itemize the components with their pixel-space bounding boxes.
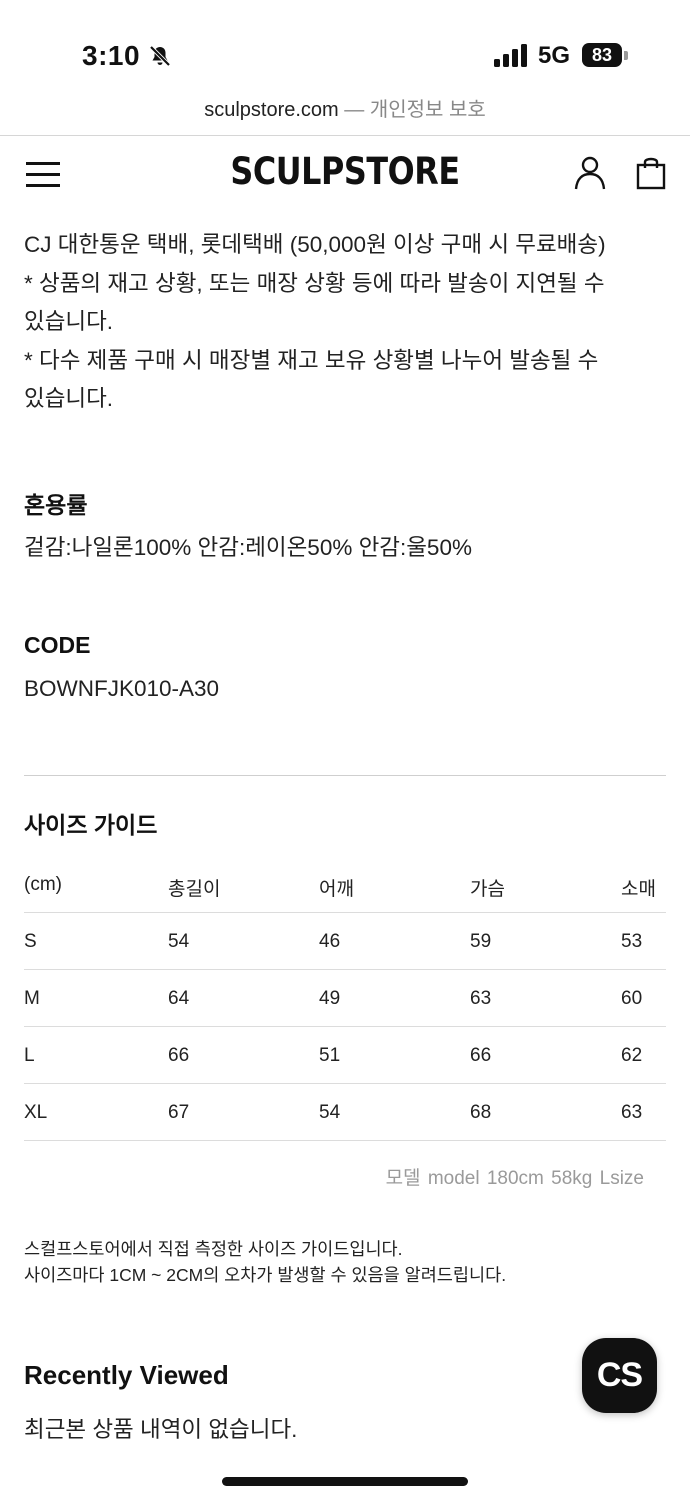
size-header-cell: 총길이	[168, 879, 221, 900]
composition-title: 혼용률	[24, 492, 88, 518]
size-cell: 68	[470, 1102, 492, 1123]
size-guide-title: 사이즈 가이드	[24, 812, 158, 838]
user-account-icon[interactable]	[574, 156, 606, 190]
size-cell: 66	[470, 1045, 492, 1066]
size-table: (cm) 총길이 어깨 가슴 소매 S 54 46 59 53 M 64 49 …	[24, 856, 666, 1141]
battery-cap	[624, 51, 628, 60]
url-bar[interactable]: sculpstore.com — 개인정보 보호	[0, 92, 690, 136]
size-cell: 64	[168, 988, 190, 1009]
shipping-line: 있습니다.	[24, 309, 114, 334]
customer-service-button[interactable]: CS	[582, 1338, 657, 1413]
size-cell: 54	[319, 1102, 341, 1123]
size-cell: 63	[470, 988, 492, 1009]
section-divider	[24, 775, 666, 776]
shipping-line: 있습니다.	[24, 386, 114, 411]
shopping-bag-icon[interactable]	[636, 156, 666, 190]
size-cell: 60	[621, 988, 643, 1009]
size-cell: S	[24, 931, 37, 952]
network-type: 5G	[538, 42, 571, 69]
size-cell: 62	[621, 1045, 643, 1066]
size-guide-note: 스컬프스토어에서 직접 측정한 사이즈 가이드입니다. 사이즈마다 1CM ~ …	[24, 1236, 506, 1288]
size-table-row: L 66 51 66 62	[24, 1027, 666, 1084]
size-header-cell: (cm)	[24, 874, 62, 895]
composition-value: 겉감:나일론100% 안감:레이온50% 안감:울50%	[24, 535, 472, 560]
battery-level: 83	[582, 43, 622, 67]
size-table-row: S 54 46 59 53	[24, 913, 666, 970]
size-cell: 51	[319, 1045, 341, 1066]
size-header-cell: 가슴	[470, 879, 505, 900]
size-header-cell: 소매	[621, 879, 656, 900]
code-value: BOWNFJK010-A30	[24, 676, 220, 701]
size-header-cell: 어깨	[319, 879, 354, 900]
shipping-line: * 상품의 재고 상황, 또는 매장 상황 등에 따라 발송이 지연될 수	[24, 270, 605, 296]
size-guide-note-line: 스컬프스토어에서 직접 측정한 사이즈 가이드입니다.	[24, 1239, 403, 1259]
size-cell: 59	[470, 931, 492, 952]
status-bar: 3:10 5G 83	[0, 0, 690, 92]
url-privacy-label: 개인정보 보호	[369, 99, 486, 121]
cellular-signal-icon	[494, 44, 527, 67]
size-cell: 63	[621, 1102, 643, 1123]
size-cell: 67	[168, 1102, 190, 1123]
url-separator: —	[344, 99, 365, 121]
size-cell: 49	[319, 988, 341, 1009]
recently-viewed-empty: 최근본 상품 내역이 없습니다.	[24, 1417, 298, 1442]
page: 3:10 5G 83 sculpstore.com — 개인정보 보호 결제 완…	[0, 0, 690, 1500]
size-cell: XL	[24, 1102, 48, 1123]
home-indicator[interactable]	[222, 1477, 468, 1486]
size-table-header: (cm) 총길이 어깨 가슴 소매	[24, 856, 666, 913]
status-time: 3:10	[82, 40, 141, 71]
size-cell: 54	[168, 931, 190, 952]
url-domain: sculpstore.com	[204, 99, 339, 121]
recently-viewed-title: Recently Viewed	[24, 1360, 229, 1390]
model-info: 모델 model 180cm 58kg Lsize	[385, 1168, 644, 1189]
size-cell: 66	[168, 1045, 190, 1066]
site-header: SCULPSTORE	[0, 136, 690, 210]
size-cell: M	[24, 988, 40, 1009]
size-cell: 53	[621, 931, 643, 952]
shipping-line: * 다수 제품 구매 시 매장별 재고 보유 상황별 나누어 발송될 수	[24, 347, 599, 373]
shipping-line: CJ 대한통운 택배, 롯데택배 (50,000원 이상 구매 시 무료배송)	[24, 232, 606, 257]
bell-slash-icon	[149, 45, 171, 67]
size-cell: L	[24, 1045, 35, 1066]
size-cell: 46	[319, 931, 341, 952]
code-title: CODE	[24, 632, 91, 658]
size-guide-note-line: 사이즈마다 1CM ~ 2CM의 오차가 발생할 수 있음을 알려드립니다.	[24, 1265, 507, 1285]
size-table-row: M 64 49 63 60	[24, 970, 666, 1027]
shipping-info: CJ 대한통운 택배, 롯데택배 (50,000원 이상 구매 시 무료배송) …	[24, 226, 666, 419]
size-table-row: XL 67 54 68 63	[24, 1084, 666, 1141]
site-logo[interactable]: SCULPSTORE	[48, 150, 641, 193]
